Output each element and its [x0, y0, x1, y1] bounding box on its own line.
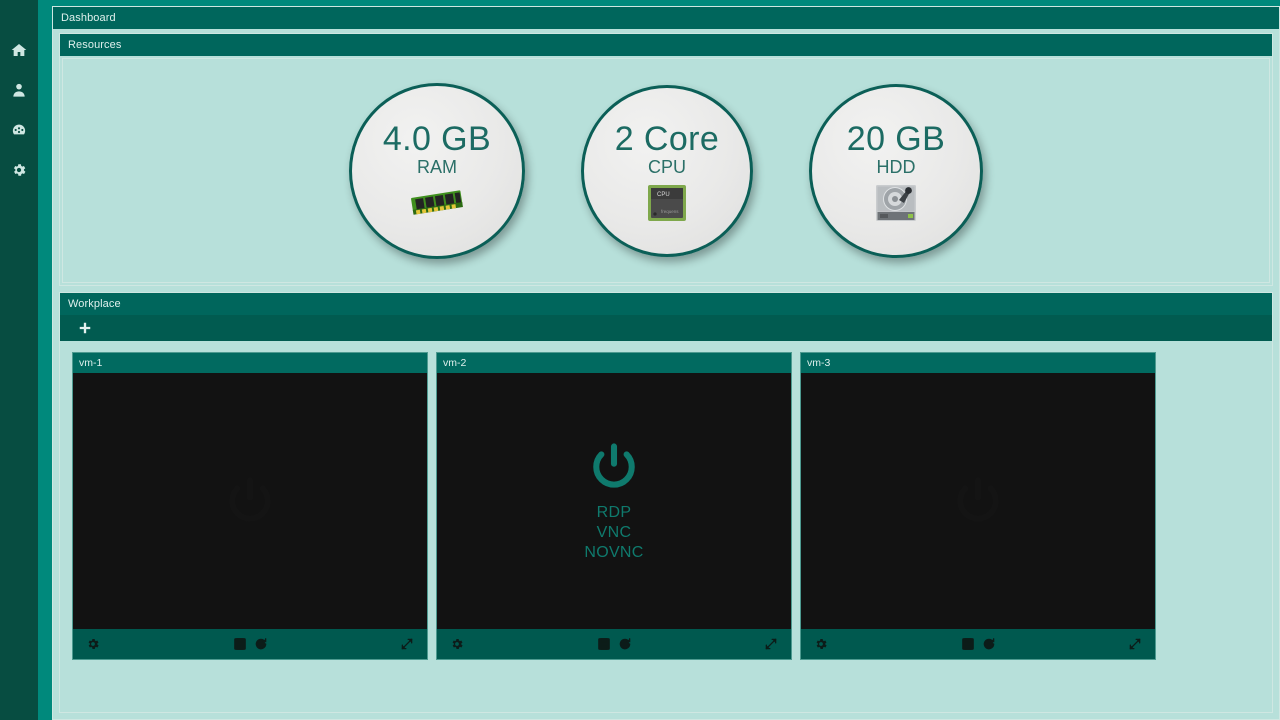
vm-screen[interactable]: RDP VNC NOVNC	[437, 373, 791, 629]
resources-title: Resources	[60, 34, 1272, 56]
resource-label: CPU	[647, 157, 686, 177]
svg-text:CPU: CPU	[657, 192, 670, 198]
vm-restore-button[interactable]	[617, 636, 633, 652]
vm-card[interactable]: vm-3	[800, 352, 1156, 660]
dashboard-icon	[11, 122, 27, 138]
connection-link-novnc[interactable]: NOVNC	[584, 543, 643, 563]
resource-label: RAM	[417, 157, 457, 177]
main-content: Dashboard Resources 4.0 GB RAM 2 Core CP…	[38, 0, 1280, 720]
vm-card[interactable]: vm-2 RDP VNC NOVNC	[436, 352, 792, 660]
dashboard-title: Dashboard	[53, 7, 1279, 29]
vm-toolbar	[73, 629, 427, 659]
vm-save-button[interactable]	[232, 636, 248, 652]
power-icon[interactable]	[222, 473, 278, 529]
sidebar-item-home[interactable]	[7, 38, 31, 62]
vm-card[interactable]: vm-1	[72, 352, 428, 660]
vm-settings-button[interactable]	[813, 636, 829, 652]
vm-expand-button[interactable]	[763, 636, 779, 652]
vm-expand-button[interactable]	[1127, 636, 1143, 652]
svg-text:frequens: frequens	[661, 209, 679, 214]
workplace-panel: Workplace vm-1 vm-2 RDP VNC NOVNC vm-3	[59, 292, 1273, 713]
vm-save-button[interactable]	[596, 636, 612, 652]
connection-link-rdp[interactable]: RDP	[597, 503, 632, 523]
resource-label: HDD	[876, 157, 916, 177]
vm-settings-button[interactable]	[449, 636, 465, 652]
vm-title: vm-1	[73, 353, 427, 373]
power-icon[interactable]	[586, 439, 642, 495]
hard-disk-icon	[874, 185, 918, 221]
vm-toolbar	[437, 629, 791, 659]
connection-link-vnc[interactable]: VNC	[597, 523, 632, 543]
vm-grid: vm-1 vm-2 RDP VNC NOVNC vm-3	[60, 341, 1272, 712]
dashboard-panel: Dashboard Resources 4.0 GB RAM 2 Core CP…	[52, 6, 1280, 720]
vm-screen[interactable]	[801, 373, 1155, 629]
sidebar-item-dashboard[interactable]	[7, 118, 31, 142]
cpu-chip-icon: CPU frequens	[646, 185, 688, 221]
vm-screen[interactable]	[73, 373, 427, 629]
add-vm-button[interactable]	[76, 319, 94, 337]
workplace-toolbar	[60, 315, 1272, 341]
sidebar-item-user[interactable]	[7, 78, 31, 102]
vm-title: vm-2	[437, 353, 791, 373]
user-icon	[11, 82, 27, 98]
sidebar	[0, 0, 38, 720]
resource-value: 4.0 GB	[382, 120, 492, 158]
vm-restore-button[interactable]	[253, 636, 269, 652]
vm-settings-button[interactable]	[85, 636, 101, 652]
power-icon[interactable]	[950, 473, 1006, 529]
resources-body: 4.0 GB RAM 2 Core CPU CPU frequens 20 GB…	[62, 58, 1270, 283]
vm-expand-button[interactable]	[399, 636, 415, 652]
gear-icon	[11, 162, 27, 178]
dashboard-body: Resources 4.0 GB RAM 2 Core CPU CPU freq…	[53, 29, 1279, 719]
resource-value: 20 GB	[846, 120, 946, 158]
plus-icon	[78, 321, 92, 335]
ram-stick-icon	[410, 185, 464, 221]
resource-card-ram[interactable]: 4.0 GB RAM	[349, 82, 525, 259]
vm-restore-button[interactable]	[981, 636, 997, 652]
resource-card-hdd[interactable]: 20 GB HDD	[809, 83, 983, 258]
home-icon	[11, 42, 27, 58]
resource-card-cpu[interactable]: 2 Core CPU CPU frequens	[581, 84, 753, 257]
vm-toolbar	[801, 629, 1155, 659]
vm-connection-links: RDP VNC NOVNC	[584, 503, 643, 563]
vm-title: vm-3	[801, 353, 1155, 373]
vm-save-button[interactable]	[960, 636, 976, 652]
resources-panel: Resources 4.0 GB RAM 2 Core CPU CPU freq…	[59, 33, 1273, 286]
workplace-title: Workplace	[60, 293, 1272, 315]
resource-value: 2 Core	[614, 120, 720, 158]
sidebar-item-settings[interactable]	[7, 158, 31, 182]
